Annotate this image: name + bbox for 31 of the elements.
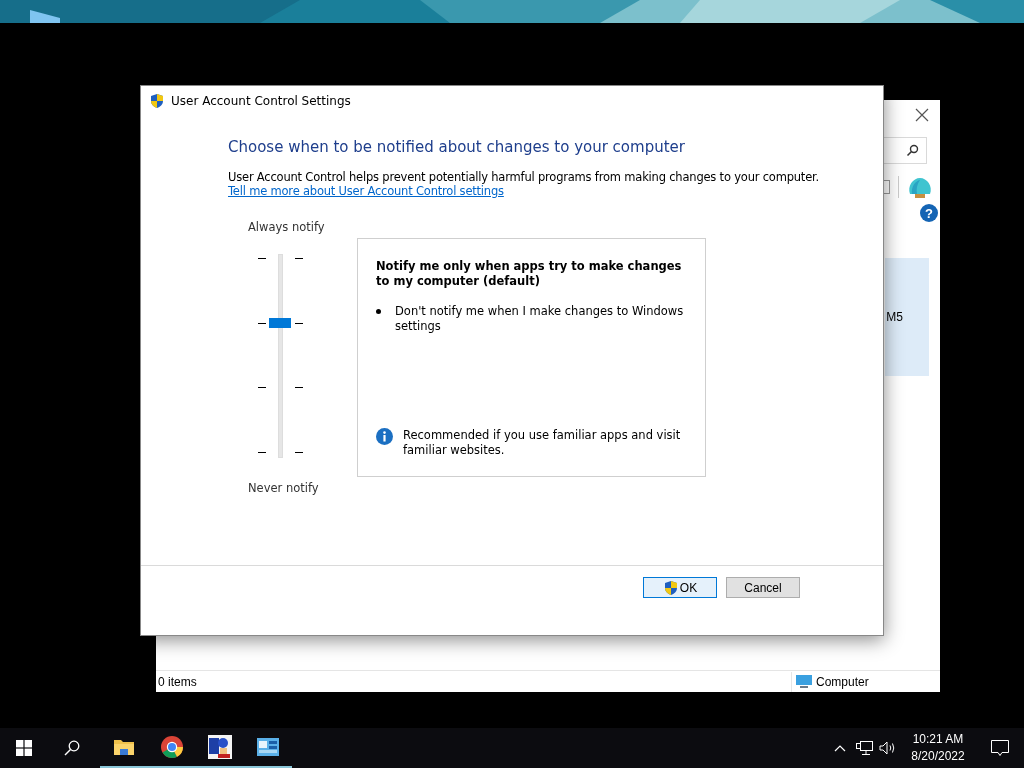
- ok-button[interactable]: OK: [643, 577, 717, 598]
- monitor-icon: [796, 674, 812, 689]
- shield-icon: [149, 93, 165, 109]
- item-count: 0 items: [158, 674, 197, 689]
- slider-thumb[interactable]: [269, 317, 291, 328]
- help-button[interactable]: ?: [920, 204, 938, 222]
- dialog-heading: Choose when to be notified about changes to your computer: [228, 138, 686, 156]
- help-link[interactable]: Tell me more about User Account Control settings: [228, 184, 504, 198]
- recommendation-text: Recommended if you use familiar apps and visit familiar websites.: [403, 428, 682, 458]
- cancel-button[interactable]: Cancel: [726, 577, 800, 598]
- search-icon: [906, 144, 919, 157]
- close-icon[interactable]: [915, 108, 929, 122]
- info-icon: [376, 428, 393, 445]
- bullet-icon: [376, 309, 381, 314]
- top-label: Always notify: [248, 220, 325, 234]
- folder-icon[interactable]: [113, 737, 135, 757]
- level-title: Notify me only when apps try to make changes to my computer (default): [376, 259, 683, 289]
- windows-logo-icon[interactable]: [16, 740, 32, 756]
- search-icon[interactable]: [64, 740, 80, 756]
- browser-icon[interactable]: [160, 735, 184, 759]
- bullet-text: Don't notify me when I make changes to Windows settings: [395, 304, 685, 334]
- location-label: Computer: [816, 674, 869, 689]
- game-icon[interactable]: [208, 735, 232, 759]
- control-panel-icon[interactable]: [257, 738, 279, 756]
- selected-item[interactable]: M5: [885, 258, 929, 376]
- item-label: M5: [886, 310, 903, 324]
- window-title: User Account Control Settings: [171, 94, 351, 108]
- clock[interactable]: 10:21 AM 8/20/2022: [900, 731, 976, 765]
- shield-icon: [662, 579, 679, 596]
- bottom-label: Never notify: [248, 481, 319, 495]
- description-text: User Account Control helps prevent potentially harmful programs from making changes to your computer.: [228, 170, 820, 184]
